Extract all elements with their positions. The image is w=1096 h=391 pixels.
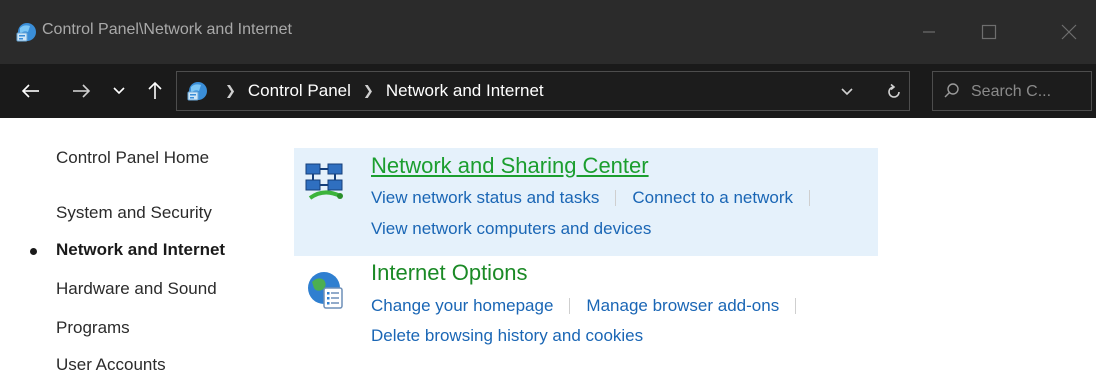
maximize-button[interactable] [966,10,1012,54]
category-network-and-sharing-center: Network and Sharing Center View network … [294,148,878,256]
category-internet-options: Internet Options Change your homepage Ma… [294,256,878,360]
sidebar-item-hardware-and-sound[interactable]: Hardware and Sound [56,279,217,299]
up-arrow-icon [148,81,162,99]
manage-browser-addons-link[interactable]: Manage browser add-ons [586,296,779,316]
title-bar: Control Panel\Network and Internet [0,0,1096,64]
view-network-status-link[interactable]: View network status and tasks [371,188,599,208]
network-and-sharing-center-link[interactable]: Network and Sharing Center [371,153,649,179]
window-title: Control Panel\Network and Internet [42,21,292,38]
task-row: Change your homepage Manage browser add-… [371,296,812,316]
minimize-button[interactable] [906,10,952,54]
task-separator [569,298,571,314]
address-field[interactable]: ❯ Control Panel ❯ Network and Internet [176,71,910,111]
change-homepage-link[interactable]: Change your homepage [371,296,553,316]
up-button[interactable] [140,76,170,106]
task-row: View network computers and devices [371,219,651,239]
current-page-bullet [30,248,37,255]
control-panel-icon [185,79,209,103]
forward-arrow-icon [73,84,91,98]
internet-options-link[interactable]: Internet Options [371,260,528,286]
back-arrow-icon [21,84,39,98]
maximize-icon [981,24,997,40]
sidebar-item-user-accounts[interactable]: User Accounts [56,355,166,375]
search-icon [944,83,959,98]
breadcrumb: ❯ Control Panel ❯ Network and Internet [217,72,544,110]
network-sharing-icon [300,158,348,206]
sidebar-item-system-and-security[interactable]: System and Security [56,203,212,223]
refresh-button[interactable] [881,79,907,105]
task-separator [615,190,617,206]
chevron-down-icon [113,87,125,95]
view-network-computers-link[interactable]: View network computers and devices [371,219,651,239]
internet-options-icon [300,266,348,314]
task-row: View network status and tasks Connect to… [371,188,826,208]
control-panel-icon [14,20,38,44]
search-input[interactable] [969,72,1091,112]
address-history-button[interactable] [835,80,859,104]
breadcrumb-separator-icon: ❯ [362,83,374,98]
forward-button[interactable] [66,76,96,106]
refresh-icon [888,83,900,98]
back-button[interactable] [16,76,46,106]
minimize-icon [923,31,935,33]
close-button[interactable] [1046,10,1092,54]
sidebar-item-programs[interactable]: Programs [56,318,130,338]
task-separator [809,190,811,206]
breadcrumb-network-and-internet[interactable]: Network and Internet [386,81,544,101]
breadcrumb-separator-icon: ❯ [225,83,236,98]
address-bar: ❯ Control Panel ❯ Network and Internet [0,64,1096,118]
delete-browsing-history-link[interactable]: Delete browsing history and cookies [371,326,643,346]
sidebar-item-control-panel-home[interactable]: Control Panel Home [56,148,209,168]
chevron-down-icon [841,88,853,96]
task-row: Delete browsing history and cookies [371,326,643,346]
task-separator [795,298,797,314]
search-box[interactable] [932,71,1092,112]
sidebar-item-network-and-internet[interactable]: Network and Internet [56,240,225,260]
recent-locations-button[interactable] [108,76,130,106]
connect-to-network-link[interactable]: Connect to a network [632,188,793,208]
breadcrumb-control-panel[interactable]: Control Panel [248,81,351,101]
close-icon [1061,24,1077,40]
